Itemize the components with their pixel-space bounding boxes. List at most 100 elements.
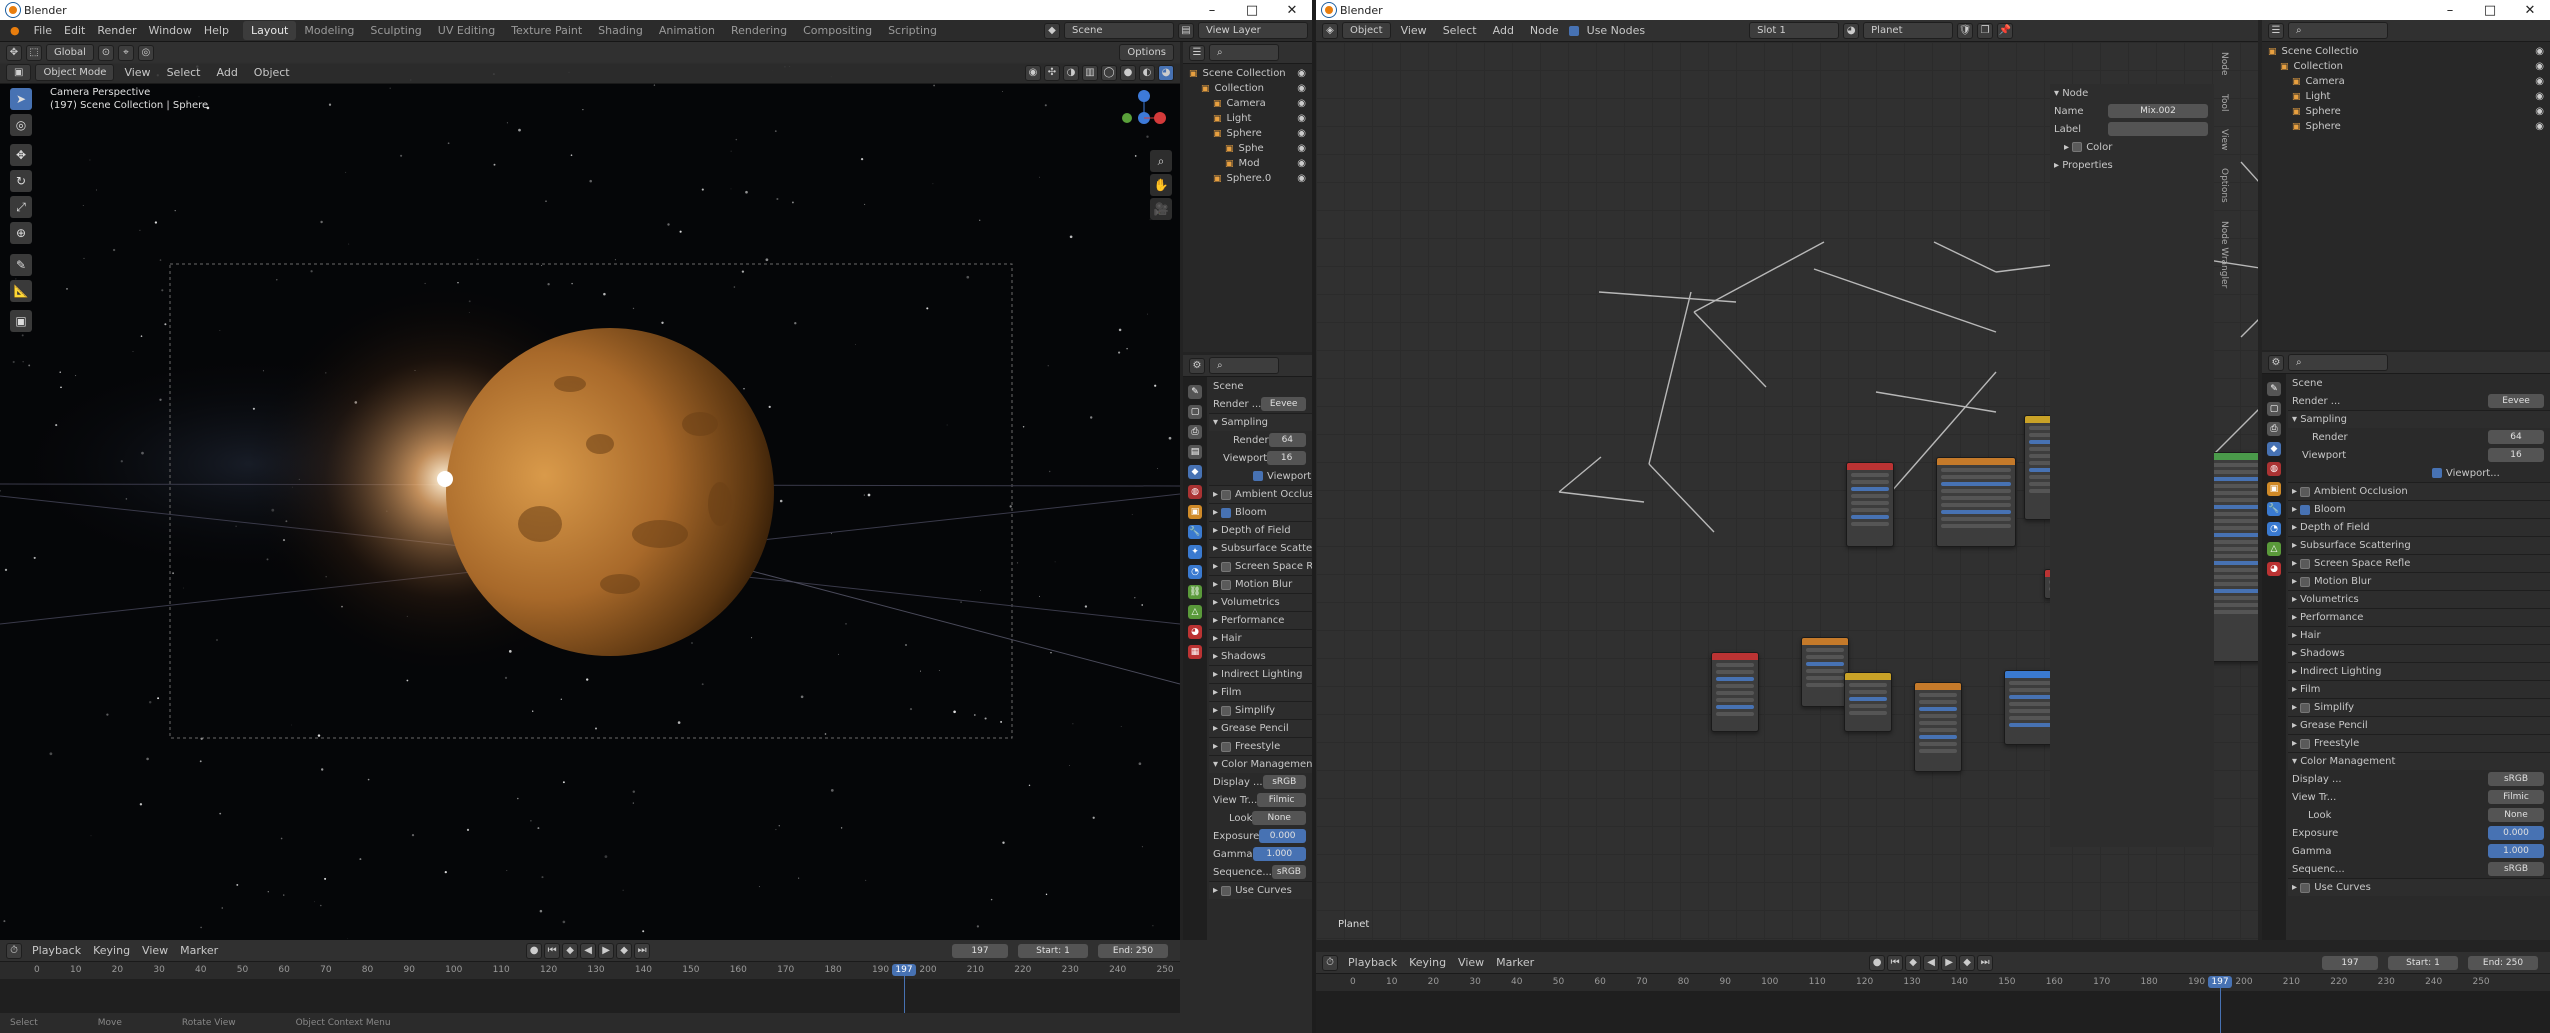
node-socket-row[interactable] (1806, 683, 1844, 687)
start-frame-field[interactable]: Start: 1 (2388, 955, 2458, 970)
use-nodes-checkbox[interactable] (1568, 25, 1579, 36)
outliner-search[interactable]: ⌕ (2288, 22, 2388, 39)
node-color-checkbox[interactable] (2072, 142, 2083, 152)
end-frame-field[interactable]: End: 250 (1098, 943, 1168, 958)
render-section[interactable]: ▸ Depth of Field (1209, 521, 1312, 539)
node-socket-row[interactable] (1716, 691, 1754, 695)
node-socket-row[interactable] (1806, 655, 1844, 659)
view-transform-dropdown[interactable]: Filmic (1257, 793, 1306, 807)
outliner-item[interactable]: ▣ Sphere ◉ (2262, 119, 2550, 134)
data-tab-icon[interactable]: △ (1188, 605, 1202, 619)
outliner-item[interactable]: ▣ Light ◉ (2262, 89, 2550, 104)
section-checkbox[interactable] (2300, 738, 2311, 749)
menu-edit[interactable]: Edit (58, 22, 91, 39)
eye-icon[interactable]: ◉ (1297, 83, 1306, 94)
sidebar-tab[interactable]: Node Wrangler (2219, 221, 2229, 288)
menu-file[interactable]: File (28, 22, 58, 39)
node-label-field[interactable] (2108, 122, 2208, 136)
zoom-icon[interactable]: ⌕ (1150, 150, 1172, 172)
look-dropdown[interactable]: None (2488, 808, 2544, 822)
node-socket-row[interactable] (1941, 468, 2011, 472)
sampling-section[interactable]: ▾ Sampling (2288, 410, 2550, 428)
node-socket-row[interactable] (1851, 522, 1889, 526)
close-button[interactable]: ✕ (2510, 3, 2550, 18)
node-socket-row[interactable] (1849, 711, 1887, 715)
transform-orientation[interactable]: Global (46, 44, 94, 61)
material-tab-icon[interactable]: ◕ (2267, 562, 2281, 576)
node-header[interactable] (1802, 638, 1848, 645)
node-properties-row[interactable]: ▸ Properties (2050, 156, 2214, 174)
workspace-tab-compositing[interactable]: Compositing (795, 21, 880, 40)
object-mode-dropdown[interactable]: Object Mode (35, 64, 115, 81)
world-tab-icon[interactable]: ◍ (2267, 462, 2281, 476)
editor-type-button[interactable]: ▣ (6, 64, 32, 81)
view-menu[interactable]: View (118, 64, 156, 81)
eye-icon[interactable]: ◉ (1297, 173, 1306, 184)
select-menu[interactable]: Select (161, 64, 207, 81)
render-section[interactable]: ▸ Shadows (2288, 644, 2550, 662)
node-socket-row[interactable] (1919, 693, 1957, 697)
timeline-menu-marker[interactable]: Marker (174, 942, 224, 959)
node-socket-row[interactable] (1851, 515, 1889, 519)
timeline-menu-marker[interactable]: Marker (1490, 954, 1540, 971)
render-section[interactable]: ▸ Volumetrics (1209, 593, 1312, 611)
node-socket-row[interactable] (1941, 510, 2011, 514)
node-socket-row[interactable] (1849, 704, 1887, 708)
render-section[interactable]: ▸ Performance (1209, 611, 1312, 629)
world-tab-icon[interactable]: ◍ (1188, 485, 1202, 499)
editor-type-icon[interactable]: ⚙ (2268, 354, 2284, 371)
render-section[interactable]: ▸ Film (1209, 683, 1312, 701)
timeline-menu-view[interactable]: View (136, 942, 174, 959)
select-menu[interactable]: Select (1437, 22, 1483, 39)
outliner-search[interactable]: ⌕ (1209, 44, 1279, 61)
properties-search[interactable]: ⌕ (1209, 357, 1279, 374)
blender-menu-icon[interactable]: ● (4, 22, 26, 39)
menu-help[interactable]: Help (198, 22, 235, 39)
timeline-menu-keying[interactable]: Keying (1403, 954, 1452, 971)
render-section[interactable]: ▸ Ambient Occlusion (1209, 485, 1312, 503)
minimize-button[interactable]: – (2430, 3, 2470, 18)
display-device-dropdown[interactable]: sRGB (2488, 772, 2544, 786)
object-tab-icon[interactable]: ▣ (1188, 505, 1202, 519)
node-editor-canvas[interactable]: Planet ▾ Node Name Mix.002 Label ▸ Color … (1316, 42, 2258, 940)
render-section[interactable]: ▸ Grease Pencil (2288, 716, 2550, 734)
eye-icon[interactable]: ◉ (1297, 158, 1306, 169)
section-checkbox[interactable] (2300, 576, 2311, 587)
node-socket-row[interactable] (1716, 670, 1754, 674)
keyframe-track[interactable] (1316, 991, 2550, 1033)
render-section[interactable]: ▸ Simplify (1209, 701, 1312, 719)
cursor-tool[interactable]: ◎ (10, 114, 32, 136)
workspace-tab-rendering[interactable]: Rendering (723, 21, 795, 40)
node-socket-row[interactable] (1851, 501, 1889, 505)
view-menu[interactable]: View (1395, 22, 1433, 39)
modifier-tab-icon[interactable]: 🔧 (2267, 502, 2281, 516)
node-socket-row[interactable] (1716, 705, 1754, 709)
eye-icon[interactable]: ◉ (1297, 98, 1306, 109)
node-socket-row[interactable] (1919, 728, 1957, 732)
outliner-item[interactable]: ▣ Collection ◉ (1183, 81, 1312, 96)
render-section[interactable]: ▸ Bloom (2288, 500, 2550, 518)
section-checkbox[interactable] (2300, 702, 2311, 713)
editor-type-icon[interactable]: ◈ (1322, 22, 1338, 39)
jump-start-icon[interactable]: ⏮ (1887, 954, 1904, 971)
sidebar-tab[interactable]: Node (2219, 52, 2229, 76)
pan-icon[interactable]: ✋ (1150, 174, 1172, 196)
eye-icon[interactable]: ◉ (2535, 91, 2544, 102)
output-tab-icon[interactable]: ⎙ (2267, 422, 2281, 436)
gamma-field[interactable]: 1.000 (2488, 844, 2544, 858)
select-box-icon[interactable]: ⬚ (26, 44, 42, 61)
node-socket-row[interactable] (1919, 749, 1957, 753)
render-section[interactable]: ▸ Volumetrics (2288, 590, 2550, 608)
node-socket-row[interactable] (1806, 648, 1844, 652)
shading-material-icon[interactable]: ◐ (1139, 64, 1155, 81)
node-socket-row[interactable] (1716, 663, 1754, 667)
shading-solid-icon[interactable]: ● (1120, 64, 1136, 81)
node-socket-row[interactable] (1941, 503, 2011, 507)
section-checkbox[interactable] (1221, 579, 1232, 590)
next-key-icon[interactable]: ◆ (616, 942, 633, 959)
sidebar-tab[interactable]: Tool (2219, 94, 2229, 111)
menu-render[interactable]: Render (91, 22, 142, 39)
node-socket-row[interactable] (1919, 707, 1957, 711)
exposure-field[interactable]: 0.000 (1259, 829, 1306, 843)
prev-key-icon[interactable]: ◆ (1905, 954, 1922, 971)
